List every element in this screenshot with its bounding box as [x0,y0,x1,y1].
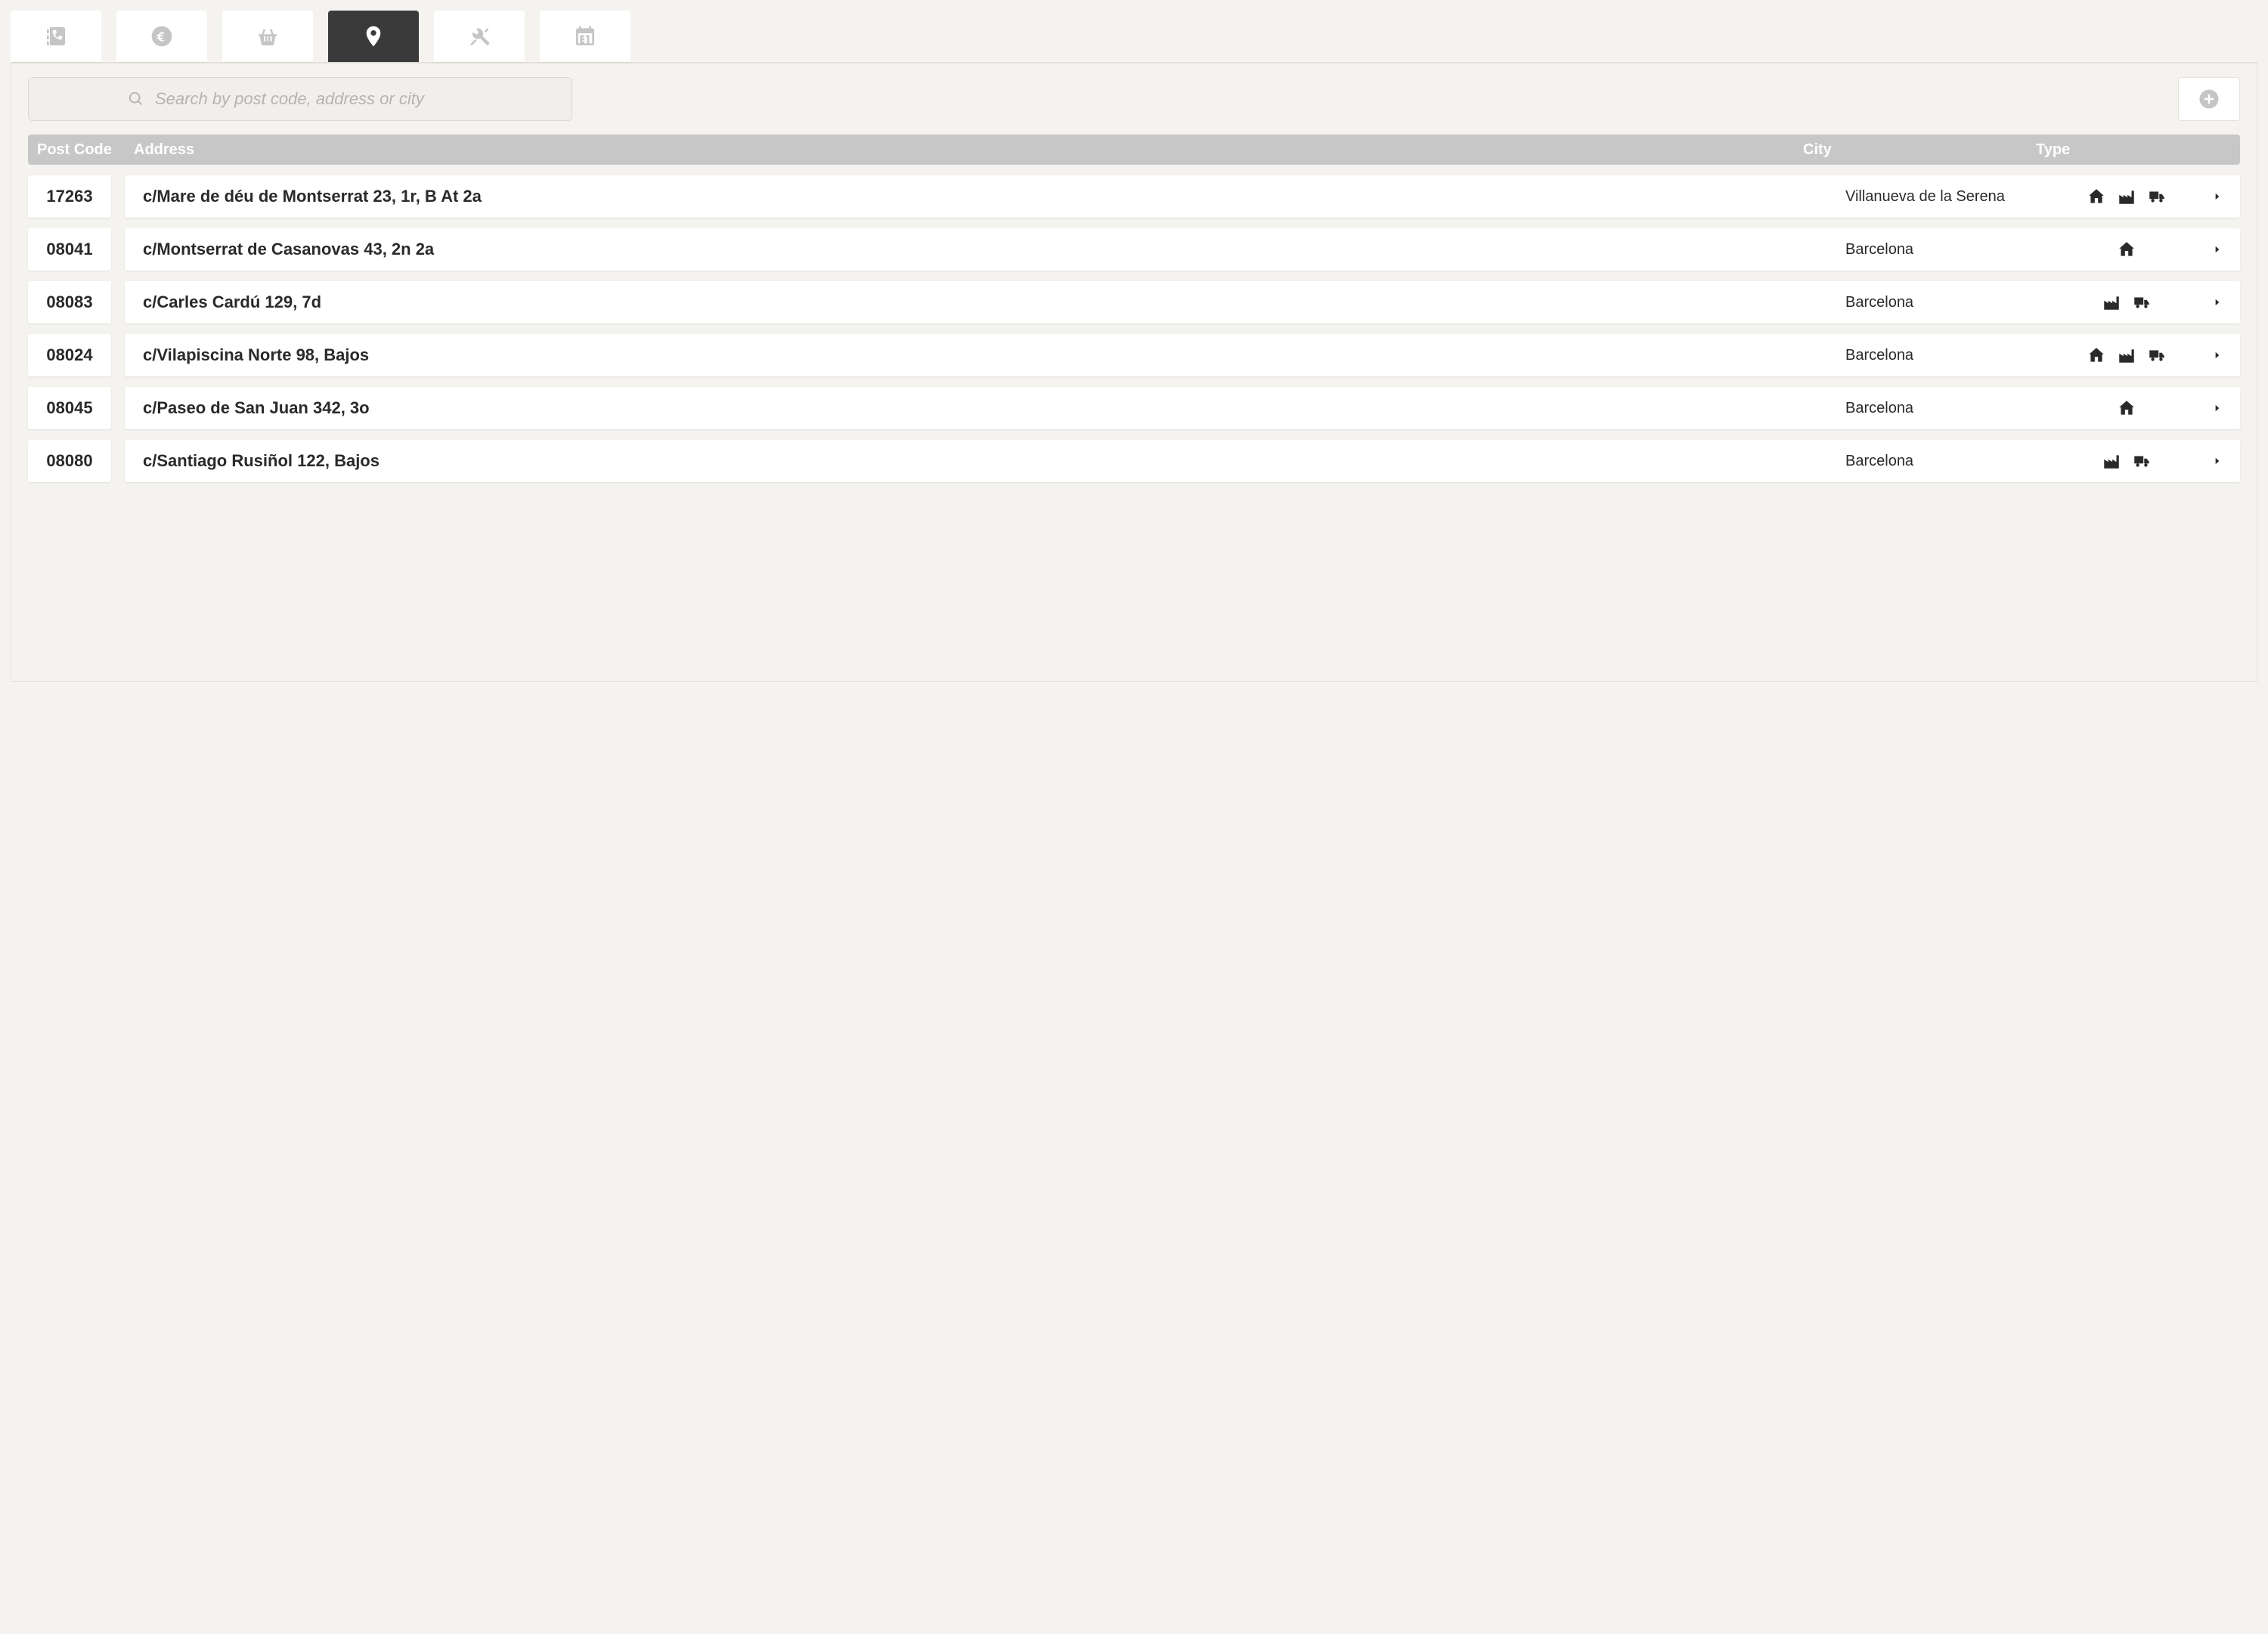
city-cell: Barcelona [1839,294,2059,311]
row-main[interactable]: c/Mare de déu de Montserrat 23, 1r, B At… [125,175,2240,218]
tab-locations[interactable] [328,11,419,62]
phonebook-icon [44,24,68,48]
table-row: 08045 c/Paseo de San Juan 342, 3oBarcelon… [28,387,2240,429]
row-main[interactable]: c/Montserrat de Casanovas 43, 2n 2aBarce… [125,228,2240,271]
postcode-cell: 08045 [28,387,111,429]
type-cell [2059,292,2195,312]
col-address: Address [134,141,1789,159]
caret-right-icon [2212,350,2223,361]
postcode-cell: 08024 [28,334,111,376]
tab-bar [0,0,2268,62]
add-button[interactable] [2178,77,2240,121]
postcode-cell: 08080 [28,440,111,482]
address-cell: c/Mare de déu de Montserrat 23, 1r, B At… [125,187,1839,206]
address-cell: c/Montserrat de Casanovas 43, 2n 2a [125,240,1839,259]
city-cell: Barcelona [1839,241,2059,258]
caret-right-icon [2212,297,2223,308]
table-row: 08024 c/Vilapiscina Norte 98, BajosBarcel… [28,334,2240,376]
basket-icon [256,24,280,48]
row-open-button[interactable] [2195,403,2240,413]
calendar-icon [573,24,597,48]
caret-right-icon [2212,191,2223,202]
caret-right-icon [2212,403,2223,413]
table-row: 17263 c/Mare de déu de Montserrat 23, 1r,… [28,175,2240,218]
address-cell: c/Santiago Rusiñol 122, Bajos [125,451,1839,471]
factory-icon [2102,451,2121,471]
address-cell: c/Paseo de San Juan 342, 3o [125,398,1839,418]
type-cell [2059,398,2195,418]
row-main[interactable]: c/Vilapiscina Norte 98, BajosBarcelona [125,334,2240,376]
tab-contacts[interactable] [11,11,101,62]
tab-tools[interactable] [434,11,525,62]
euro-icon [150,24,174,48]
row-open-button[interactable] [2195,244,2240,255]
postcode-cell: 08041 [28,228,111,271]
table-row: 08041 c/Montserrat de Casanovas 43, 2n 2a… [28,228,2240,271]
home-icon [2087,345,2106,365]
factory-icon [2117,345,2136,365]
home-icon [2087,187,2106,206]
col-postcode: Post Code [37,141,120,159]
col-type: Type [2036,141,2172,159]
caret-right-icon [2212,456,2223,466]
row-open-button[interactable] [2195,297,2240,308]
row-main[interactable]: c/Santiago Rusiñol 122, BajosBarcelona [125,440,2240,482]
city-cell: Barcelona [1839,347,2059,364]
row-open-button[interactable] [2195,191,2240,202]
row-main[interactable]: c/Carles Cardú 129, 7dBarcelona [125,281,2240,323]
type-cell [2059,187,2195,206]
type-cell [2059,240,2195,259]
truck-icon [2147,187,2167,206]
table-body: 17263 c/Mare de déu de Montserrat 23, 1r,… [28,175,2240,482]
pin-icon [361,24,386,48]
caret-right-icon [2212,244,2223,255]
factory-icon [2102,292,2121,312]
address-cell: c/Vilapiscina Norte 98, Bajos [125,345,1839,365]
city-cell: Barcelona [1839,453,2059,470]
table-header: Post Code Address City Type [28,135,2240,165]
plus-icon [2198,88,2220,110]
tab-billing[interactable] [116,11,207,62]
truck-icon [2147,345,2167,365]
city-cell: Villanueva de la Serena [1839,188,2059,206]
home-icon [2117,240,2136,259]
table-row: 08083 c/Carles Cardú 129, 7dBarcelona [28,281,2240,323]
search-icon [128,91,144,107]
city-cell: Barcelona [1839,400,2059,417]
col-city: City [1803,141,2022,159]
row-open-button[interactable] [2195,456,2240,466]
address-cell: c/Carles Cardú 129, 7d [125,292,1839,312]
table-row: 08080 c/Santiago Rusiñol 122, BajosBarcel… [28,440,2240,482]
type-cell [2059,451,2195,471]
toolbar [28,77,2240,121]
tab-calendar[interactable] [540,11,631,62]
type-cell [2059,345,2195,365]
row-open-button[interactable] [2195,350,2240,361]
search-box[interactable] [28,77,572,121]
truck-icon [2132,451,2152,471]
truck-icon [2132,292,2152,312]
row-main[interactable]: c/Paseo de San Juan 342, 3oBarcelona [125,387,2240,429]
search-input[interactable] [155,89,472,109]
postcode-cell: 08083 [28,281,111,323]
postcode-cell: 17263 [28,175,111,218]
factory-icon [2117,187,2136,206]
locations-panel: Post Code Address City Type 17263 c/Mare … [11,62,2257,682]
home-icon [2117,398,2136,418]
tab-orders[interactable] [222,11,313,62]
wrench-icon [467,24,491,48]
